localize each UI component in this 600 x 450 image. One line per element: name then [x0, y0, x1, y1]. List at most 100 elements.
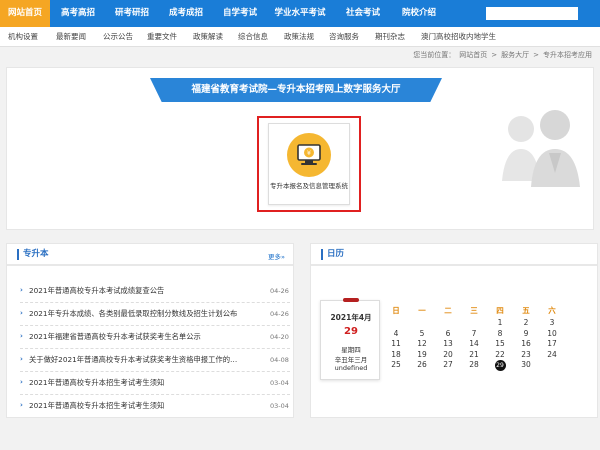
weekday-header: 二	[444, 306, 452, 315]
date-card-month: 2021年4月	[330, 313, 372, 322]
subnav-item[interactable]: 政策法规	[284, 27, 314, 47]
news-title[interactable]: 2021年普通高校专升本考试成绩复查公告	[29, 286, 255, 296]
calendar-day[interactable]: 22	[490, 350, 510, 359]
nav-gaokao[interactable]: 高考高招	[52, 0, 104, 27]
breadcrumb-home[interactable]: 网站首页	[459, 51, 487, 59]
calendar-day[interactable]: 15	[490, 339, 510, 348]
calendar-day[interactable]: 28	[464, 360, 484, 369]
calendar-day[interactable]: 30	[516, 360, 536, 369]
divider	[20, 371, 290, 372]
calendar-day[interactable]: 16	[516, 339, 536, 348]
subnav-item[interactable]: 最新要闻	[56, 27, 86, 47]
breadcrumb-separator: >	[491, 51, 498, 59]
breadcrumb-current: 专升本招考应用	[543, 51, 592, 59]
calendar-day[interactable]: 7	[464, 329, 484, 338]
subnav-item[interactable]: 机构设置	[8, 27, 38, 47]
nav-chengkao[interactable]: 成考成招	[160, 0, 212, 27]
calendar-day[interactable]: 23	[516, 350, 536, 359]
calendar-day[interactable]: 11	[386, 339, 406, 348]
news-item[interactable]: › 2021年普通高校专升本招生考试考生须知 03-04	[20, 398, 290, 421]
calendar-panel-title: 日历	[321, 249, 344, 260]
calendar-day-today[interactable]: 29	[494, 360, 506, 371]
news-title[interactable]: 2021年福建省普通高校专升本考试获奖考生名单公示	[29, 332, 255, 342]
calendar-day[interactable]: 10	[542, 329, 562, 338]
subnav-item[interactable]: 期刊杂志	[375, 27, 405, 47]
news-item[interactable]: › 2021年普通高校专升本招生考试考生须知 03-04	[20, 375, 290, 398]
subnav-item[interactable]: 公示公告	[103, 27, 133, 47]
weekday-header: 一	[418, 306, 426, 315]
calendar-day[interactable]: 26	[412, 360, 432, 369]
news-date: 04-08	[270, 356, 289, 364]
calendar-day[interactable]: 13	[438, 339, 458, 348]
subnav-item[interactable]: 重要文件	[147, 27, 177, 47]
calendar-day[interactable]: 9	[516, 329, 536, 338]
more-link[interactable]: 更多»	[268, 251, 285, 261]
calendar-day[interactable]: 24	[542, 350, 562, 359]
news-item[interactable]: › 2021年普通高校专升本考试成绩复查公告 04-26	[20, 283, 290, 306]
date-card: 2021年4月 29 星期四 辛丑年三月 undefined	[320, 298, 380, 380]
divider	[20, 325, 290, 326]
news-title[interactable]: 2021年普通高校专升本招生考试考生须知	[29, 378, 255, 388]
date-card-day: 29	[344, 326, 358, 337]
news-title[interactable]: 2021年普通高校专升本招生考试考生须知	[29, 401, 255, 411]
calendar-day[interactable]: 2	[516, 318, 536, 327]
breadcrumb-label: 您当前位置：	[413, 51, 456, 59]
hall-banner: 福建省教育考试院—专升本招考网上数字服务大厅	[150, 78, 442, 102]
news-date: 04-20	[270, 333, 289, 341]
calendar-day[interactable]: 12	[412, 339, 432, 348]
chevron-right-icon: ›	[20, 355, 23, 363]
chevron-right-icon: ›	[20, 309, 23, 317]
news-panel-header: 专升本 更多»	[7, 244, 293, 266]
calendar-day[interactable]: 1	[490, 318, 510, 327]
news-item[interactable]: › 关于做好2021年普通高校专升本考试获奖考生资格申报工作的… 04-08	[20, 352, 290, 375]
calendar-day[interactable]: 25	[386, 360, 406, 369]
nav-shekao[interactable]: 社会考试	[336, 0, 390, 27]
news-title[interactable]: 关于做好2021年普通高校专升本考试获奖考生资格申报工作的…	[29, 355, 255, 365]
divider	[20, 302, 290, 303]
date-card-extra: undefined	[334, 364, 368, 372]
calendar-day[interactable]: 14	[464, 339, 484, 348]
weekday-header: 日	[392, 306, 400, 315]
divider	[20, 348, 290, 349]
nav-yankao[interactable]: 研考研招	[106, 0, 158, 27]
calendar-day[interactable]: 8	[490, 329, 510, 338]
calendar-day[interactable]: 21	[464, 350, 484, 359]
news-panel-title: 专升本	[17, 249, 49, 260]
calendar-day[interactable]: 18	[386, 350, 406, 359]
date-card-lunar: 辛丑年三月	[334, 356, 368, 364]
search-input[interactable]	[486, 7, 578, 20]
subnav-item[interactable]: 咨询服务	[329, 27, 359, 47]
chevron-right-icon: ›	[20, 401, 23, 409]
service-label[interactable]: 专升本报名及信息管理系统	[270, 181, 348, 191]
subnav-item[interactable]: 澳门高校招收内地学生	[421, 27, 496, 47]
calendar-day[interactable]: 6	[438, 329, 458, 338]
news-title[interactable]: 2021年专升本成绩、各类别最低录取控制分数线及招生计划公布	[29, 309, 255, 319]
calendar-ring-icon	[343, 298, 359, 302]
subnav-item[interactable]: 综合信息	[238, 27, 268, 47]
calendar-day[interactable]: 4	[386, 329, 406, 338]
chevron-right-icon: ›	[20, 378, 23, 386]
calendar-day[interactable]: 27	[438, 360, 458, 369]
news-date: 03-04	[270, 402, 289, 410]
calendar-day[interactable]: 17	[542, 339, 562, 348]
calendar-panel-header: 日历	[311, 244, 597, 266]
subnav-item[interactable]: 政策解读	[193, 27, 223, 47]
calendar-day[interactable]: 20	[438, 350, 458, 359]
weekday-header: 五	[522, 306, 530, 315]
monitor-yen-icon[interactable]: ¥	[287, 133, 331, 177]
breadcrumb-separator: >	[533, 51, 539, 59]
chevron-right-icon: ›	[20, 286, 23, 294]
news-item[interactable]: › 2021年福建省普通高校专升本考试获奖考生名单公示 04-20	[20, 329, 290, 352]
nav-yuanxiao[interactable]: 院校介绍	[392, 0, 446, 27]
calendar-day[interactable]: 3	[542, 318, 562, 327]
breadcrumb-hall[interactable]: 服务大厅	[501, 51, 529, 59]
nav-xueshui[interactable]: 学业水平考试	[268, 0, 332, 27]
nav-home[interactable]: 网站首页	[0, 0, 50, 27]
news-date: 04-26	[270, 287, 289, 295]
calendar-day[interactable]: 19	[412, 350, 432, 359]
news-item[interactable]: › 2021年专升本成绩、各类别最低录取控制分数线及招生计划公布 04-26	[20, 306, 290, 329]
calendar-day[interactable]: 5	[412, 329, 432, 338]
date-card-weekday: 星期四	[341, 346, 361, 354]
divider	[20, 394, 290, 395]
nav-zikao[interactable]: 自学考试	[214, 0, 266, 27]
